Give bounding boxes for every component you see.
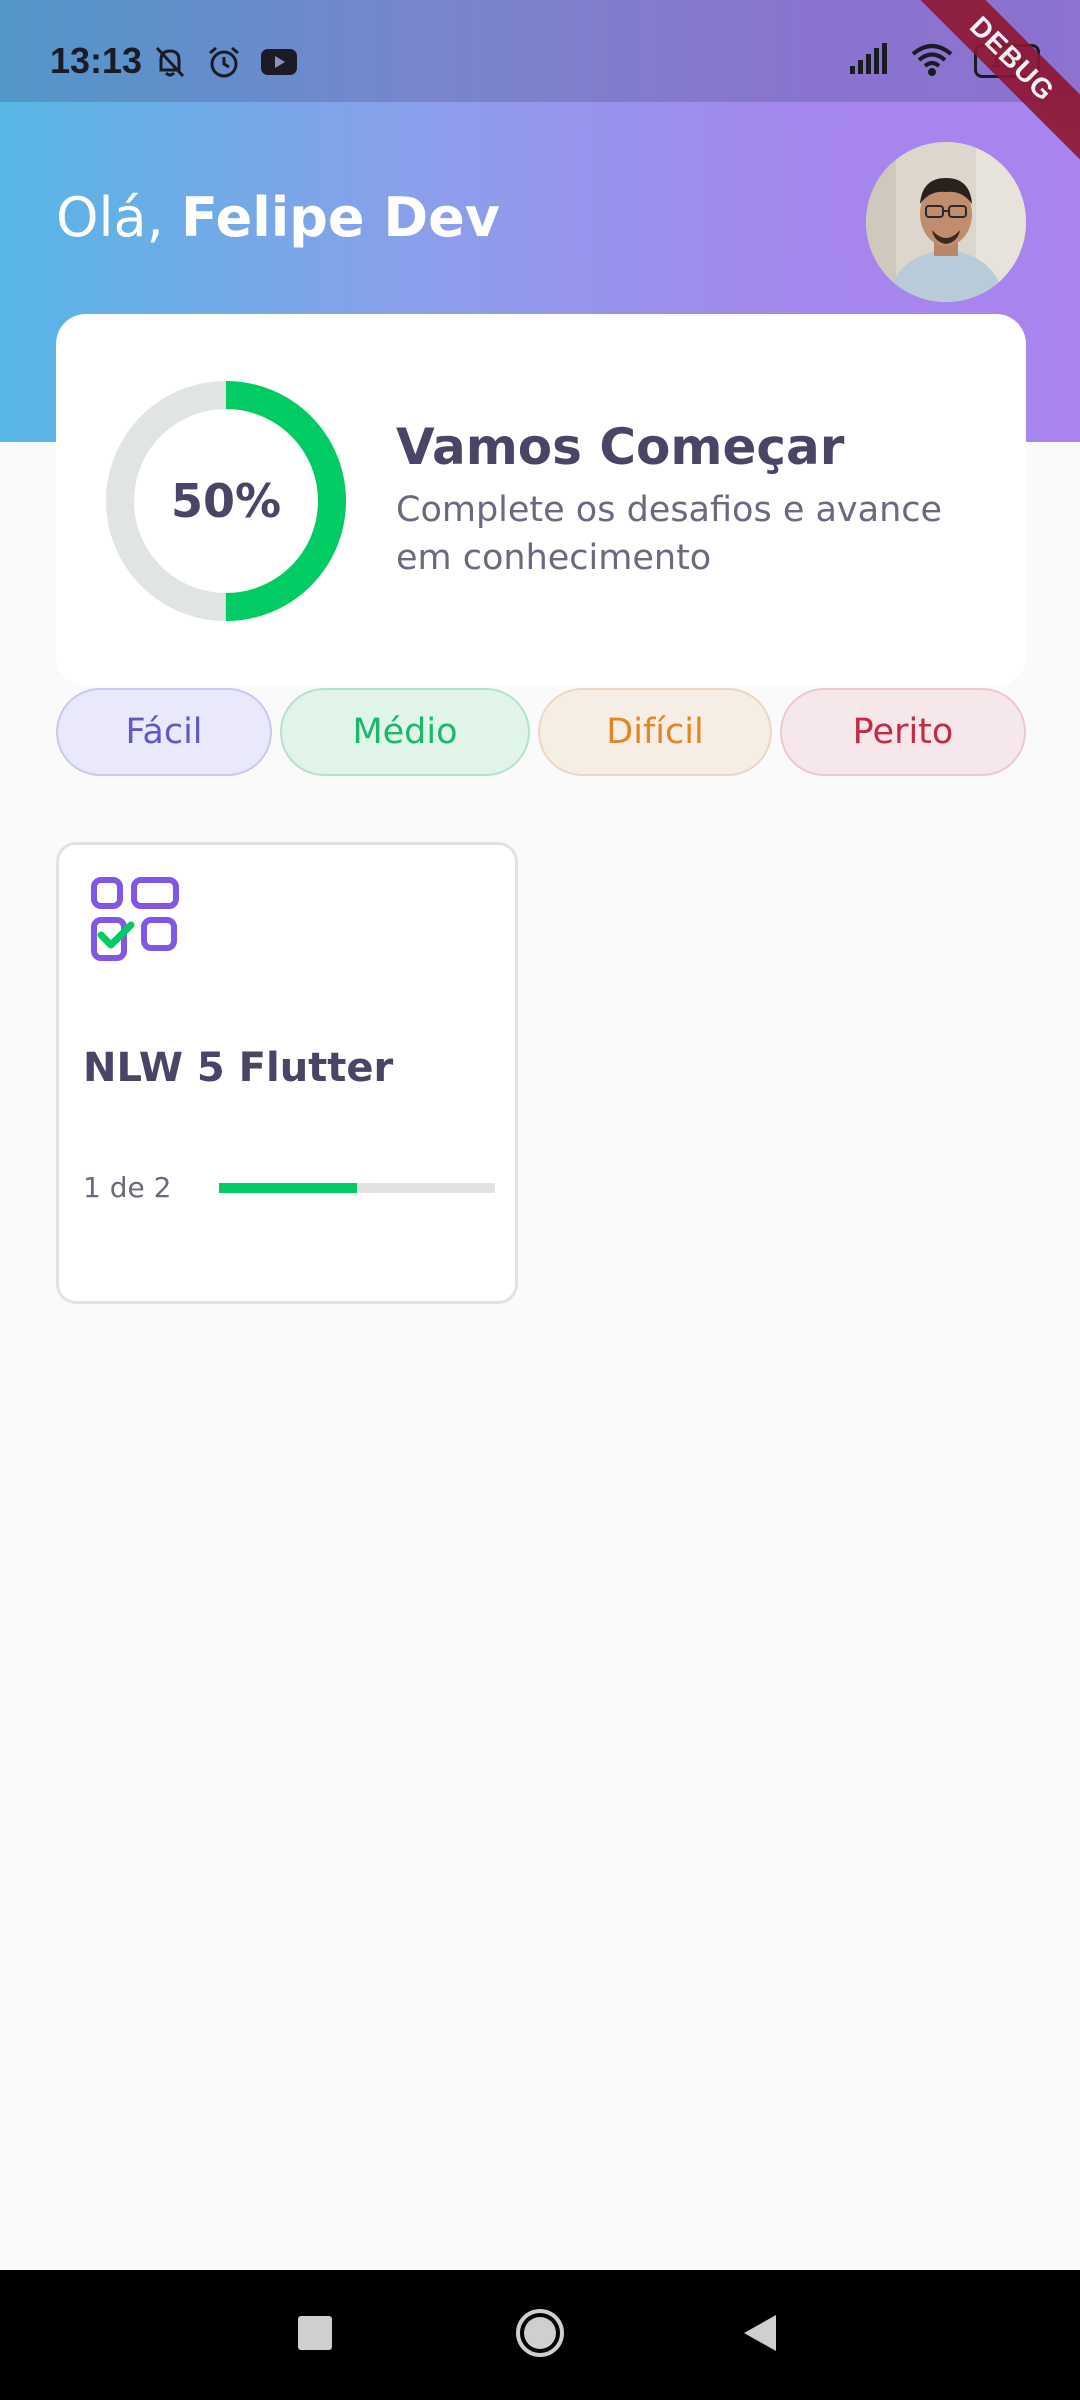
level-chip-perito[interactable]: Perito — [780, 688, 1026, 776]
status-bar: 13:13 DEBUG — [0, 0, 1080, 168]
score-card: 50% Vamos Começar Complete os desafios e… — [56, 314, 1026, 686]
level-chip-dificil[interactable]: Difícil — [538, 688, 772, 776]
square-icon — [298, 2316, 332, 2354]
back-button[interactable] — [735, 2270, 785, 2400]
quiz-progress-fill — [219, 1183, 357, 1193]
home-button[interactable] — [510, 2270, 570, 2400]
level-chip-facil[interactable]: Fácil — [56, 688, 272, 776]
greeting: Olá, Felipe Dev — [56, 186, 500, 249]
level-chip-medio[interactable]: Médio — [280, 688, 530, 776]
avatar[interactable] — [866, 142, 1026, 302]
status-time: 13:13 — [50, 40, 143, 81]
signal-icon — [848, 42, 890, 80]
quiz-progress-bar — [219, 1183, 495, 1193]
triangle-back-icon — [742, 2313, 778, 2357]
status-icons-left — [152, 44, 298, 84]
avatar-photo — [866, 142, 1026, 302]
alarm-icon — [206, 44, 242, 84]
card-title: Vamos Começar — [396, 418, 845, 476]
quiz-checklist-icon — [91, 877, 179, 961]
wifi-icon — [910, 42, 954, 80]
quiz-card[interactable]: NLW 5 Flutter 1 de 2 — [56, 842, 518, 1304]
quiz-title: NLW 5 Flutter — [83, 1045, 394, 1091]
user-name: Felipe Dev — [180, 186, 501, 249]
card-subtitle: Complete os desafios e avance em conheci… — [396, 490, 943, 578]
bell-off-icon — [152, 44, 188, 84]
progress-percent: 50% — [170, 474, 282, 528]
level-filter: Fácil Médio Difícil Perito — [0, 688, 1080, 776]
greeting-prefix: Olá, — [56, 186, 181, 249]
circle-icon — [515, 2308, 565, 2362]
quiz-progress-label: 1 de 2 — [83, 1171, 172, 1204]
navigation-bar — [0, 2270, 1080, 2400]
recents-button[interactable] — [280, 2270, 350, 2400]
youtube-icon — [260, 47, 298, 81]
